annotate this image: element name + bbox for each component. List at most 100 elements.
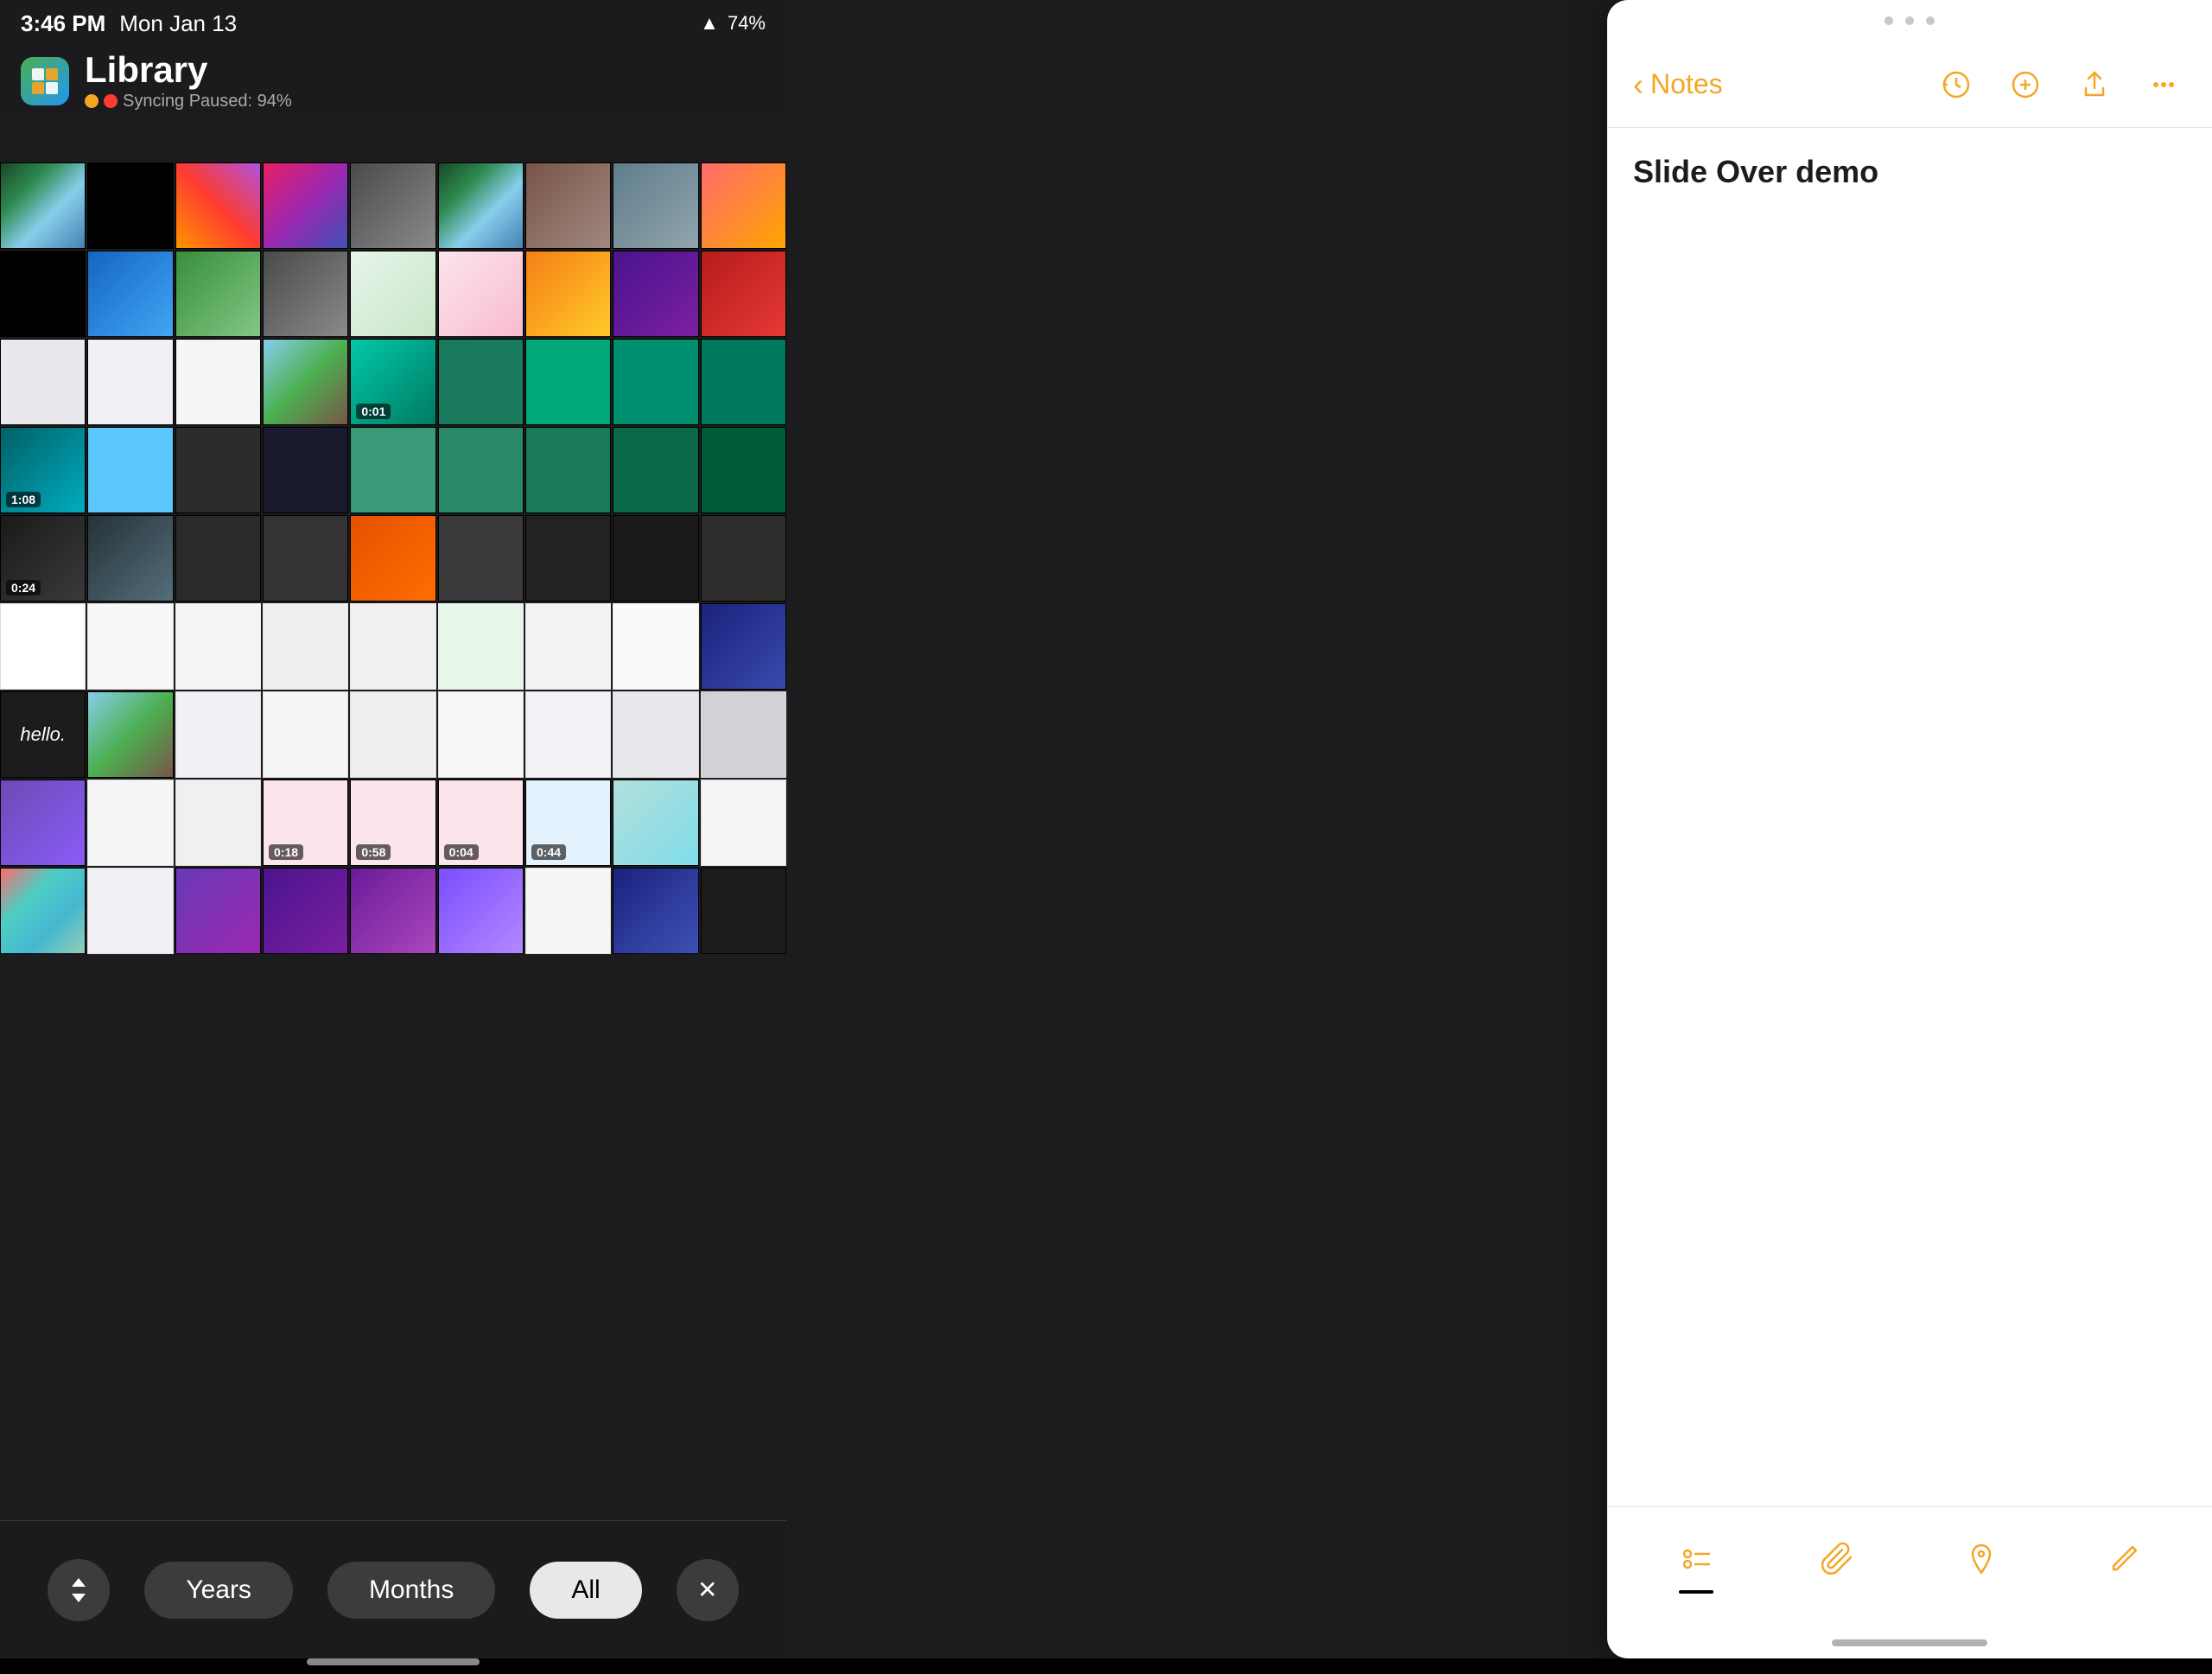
grid-item[interactable] bbox=[0, 339, 86, 425]
grid-item[interactable] bbox=[0, 251, 86, 337]
grid-item[interactable]: 1:08 bbox=[0, 427, 86, 513]
grid-item[interactable] bbox=[175, 515, 261, 601]
grid-item[interactable] bbox=[175, 603, 261, 690]
grid-item[interactable]: 0:04 bbox=[438, 780, 524, 866]
grid-item[interactable] bbox=[263, 691, 348, 778]
months-button[interactable]: Months bbox=[327, 1562, 495, 1619]
back-button[interactable]: ‹ Notes bbox=[1633, 67, 1723, 103]
grid-item[interactable] bbox=[175, 868, 261, 954]
grid-item[interactable] bbox=[350, 427, 435, 513]
grid-item[interactable] bbox=[87, 427, 173, 513]
more-button[interactable] bbox=[2141, 62, 2186, 107]
grid-item[interactable]: 0:44 bbox=[525, 780, 611, 866]
grid-item[interactable] bbox=[0, 868, 86, 954]
years-button[interactable]: Years bbox=[144, 1562, 293, 1619]
grid-item[interactable] bbox=[263, 603, 348, 690]
grid-item[interactable] bbox=[87, 339, 173, 425]
grid-item[interactable] bbox=[438, 251, 524, 337]
grid-item[interactable] bbox=[701, 515, 786, 601]
grid-item[interactable] bbox=[0, 603, 86, 690]
grid-item[interactable] bbox=[525, 691, 611, 778]
grid-item[interactable] bbox=[613, 339, 698, 425]
grid-item[interactable] bbox=[175, 427, 261, 513]
grid-item[interactable] bbox=[350, 868, 435, 954]
attachment-button[interactable] bbox=[1811, 1531, 1866, 1587]
grid-item[interactable] bbox=[87, 868, 173, 954]
grid-item[interactable] bbox=[701, 691, 786, 778]
grid-item[interactable] bbox=[525, 515, 611, 601]
grid-item[interactable] bbox=[263, 515, 348, 601]
grid-item[interactable] bbox=[438, 427, 524, 513]
grid-item[interactable] bbox=[87, 780, 173, 866]
share-button[interactable] bbox=[2072, 62, 2117, 107]
grid-item[interactable] bbox=[701, 339, 786, 425]
grid-item[interactable] bbox=[0, 162, 86, 249]
grid-item[interactable] bbox=[350, 251, 435, 337]
grid-item[interactable] bbox=[525, 251, 611, 337]
grid-item[interactable] bbox=[525, 427, 611, 513]
grid-item[interactable] bbox=[87, 251, 173, 337]
grid-item[interactable]: 0:58 bbox=[350, 780, 435, 866]
location-button[interactable] bbox=[1954, 1531, 2009, 1587]
grid-item[interactable] bbox=[438, 515, 524, 601]
grid-item[interactable] bbox=[263, 427, 348, 513]
grid-item[interactable] bbox=[701, 427, 786, 513]
compose-button[interactable] bbox=[2096, 1531, 2152, 1587]
grid-item[interactable] bbox=[613, 162, 698, 249]
grid-item[interactable] bbox=[613, 691, 698, 778]
grid-item[interactable] bbox=[525, 603, 611, 690]
checklist-button[interactable] bbox=[1669, 1531, 1724, 1587]
all-button[interactable]: All bbox=[530, 1562, 641, 1619]
grid-item[interactable] bbox=[263, 339, 348, 425]
grid-item[interactable] bbox=[525, 868, 611, 954]
grid-item[interactable] bbox=[87, 603, 173, 690]
grid-item[interactable] bbox=[263, 162, 348, 249]
grid-item[interactable] bbox=[87, 515, 173, 601]
grid-item[interactable]: 0:24 bbox=[0, 515, 86, 601]
grid-item[interactable] bbox=[525, 339, 611, 425]
grid-item[interactable]: 0:18 bbox=[263, 780, 348, 866]
grid-item[interactable] bbox=[175, 339, 261, 425]
grid-item[interactable] bbox=[263, 251, 348, 337]
grid-item[interactable] bbox=[701, 868, 786, 954]
grid-item[interactable] bbox=[87, 691, 173, 778]
close-filter-button[interactable]: ✕ bbox=[677, 1559, 739, 1621]
photo-grid[interactable]: 0:01 1:08 0:24 bbox=[0, 47, 786, 1520]
grid-item[interactable] bbox=[613, 427, 698, 513]
grid-item[interactable] bbox=[438, 691, 524, 778]
grid-item[interactable] bbox=[0, 780, 86, 866]
notes-drag-handle[interactable] bbox=[1607, 0, 2212, 41]
grid-item[interactable] bbox=[701, 162, 786, 249]
grid-item[interactable] bbox=[525, 162, 611, 249]
grid-item[interactable] bbox=[175, 691, 261, 778]
grid-item[interactable] bbox=[350, 515, 435, 601]
grid-item[interactable] bbox=[263, 868, 348, 954]
grid-item[interactable] bbox=[350, 603, 435, 690]
note-title: Slide Over demo bbox=[1633, 154, 2186, 190]
history-button[interactable] bbox=[1934, 62, 1979, 107]
grid-item[interactable] bbox=[438, 603, 524, 690]
notes-content[interactable]: Slide Over demo bbox=[1607, 128, 2212, 1506]
grid-item[interactable] bbox=[175, 162, 261, 249]
grid-item[interactable] bbox=[438, 339, 524, 425]
grid-item[interactable] bbox=[701, 780, 786, 866]
grid-item[interactable] bbox=[350, 162, 435, 249]
sort-button[interactable] bbox=[48, 1559, 110, 1621]
notes-bottom-bar bbox=[1607, 1506, 2212, 1610]
grid-item[interactable] bbox=[613, 603, 698, 690]
grid-item[interactable] bbox=[613, 251, 698, 337]
grid-item[interactable] bbox=[175, 251, 261, 337]
grid-item[interactable]: hello. bbox=[0, 691, 86, 778]
grid-item[interactable] bbox=[701, 603, 786, 690]
grid-item[interactable] bbox=[613, 780, 698, 866]
grid-item[interactable] bbox=[350, 691, 435, 778]
grid-item[interactable]: 0:01 bbox=[350, 339, 435, 425]
grid-item[interactable] bbox=[87, 162, 173, 249]
grid-item[interactable] bbox=[613, 868, 698, 954]
grid-item[interactable] bbox=[613, 515, 698, 601]
add-note-button[interactable] bbox=[2003, 62, 2048, 107]
grid-item[interactable] bbox=[438, 868, 524, 954]
grid-item[interactable] bbox=[175, 780, 261, 866]
grid-item[interactable] bbox=[701, 251, 786, 337]
grid-item[interactable] bbox=[438, 162, 524, 249]
